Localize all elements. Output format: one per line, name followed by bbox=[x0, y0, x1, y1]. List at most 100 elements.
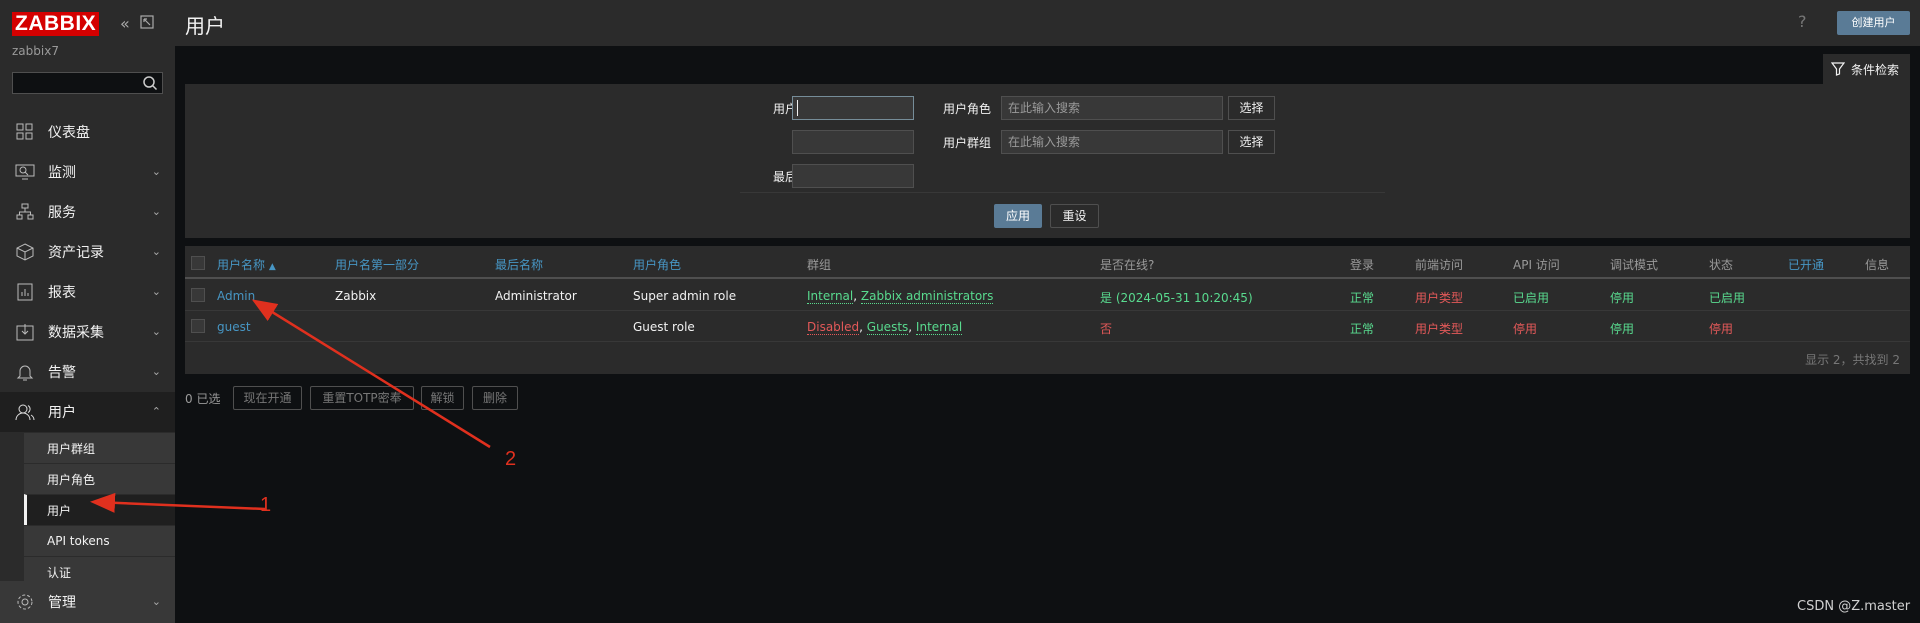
chevron-down-icon: ⌄ bbox=[151, 205, 161, 218]
provision-now-button[interactable]: 现在开通 bbox=[233, 386, 302, 410]
table-row: Admin Zabbix Administrator Super admin r… bbox=[185, 280, 1910, 311]
user-role: Super admin role bbox=[633, 289, 737, 303]
frontend-access: 用户类型 bbox=[1415, 322, 1464, 336]
annotation-label-1: 1 bbox=[260, 494, 272, 516]
nav-label: 数据采集 bbox=[48, 325, 104, 341]
inventory-icon bbox=[14, 241, 36, 263]
row-checkbox[interactable] bbox=[191, 319, 205, 333]
help-icon[interactable]: ? bbox=[1798, 12, 1807, 31]
user-surname: Administrator bbox=[495, 289, 577, 303]
user-name: Zabbix bbox=[335, 289, 377, 303]
select-all-checkbox[interactable] bbox=[191, 256, 205, 270]
subnav-user-roles[interactable]: 用户角色 bbox=[24, 463, 175, 494]
col-user-role[interactable]: 用户角色 bbox=[633, 256, 681, 273]
frontend-access: 用户类型 bbox=[1415, 291, 1464, 305]
sort-asc-icon: ▲ bbox=[268, 262, 276, 272]
subnav-users[interactable]: 用户 bbox=[24, 494, 175, 525]
online-status: 否 bbox=[1100, 322, 1113, 336]
group-link[interactable]: Guests bbox=[866, 320, 909, 335]
group-link[interactable]: Zabbix administrators bbox=[860, 289, 994, 304]
user-role-select-button[interactable]: 选择 bbox=[1228, 96, 1275, 120]
user-status: 已启用 bbox=[1709, 291, 1746, 305]
unblock-button[interactable]: 解锁 bbox=[421, 386, 464, 410]
nav-label: 仪表盘 bbox=[48, 125, 90, 141]
nav-reports[interactable]: 报表 ⌄ bbox=[0, 272, 175, 312]
reset-totp-button[interactable]: 重置TOTP密奉 bbox=[310, 386, 414, 410]
nav-dashboard[interactable]: 仪表盘 bbox=[0, 112, 175, 152]
chevron-down-icon: ⌄ bbox=[151, 165, 161, 178]
filter-tab[interactable]: 条件检索 bbox=[1823, 54, 1910, 84]
data-collection-icon bbox=[14, 321, 36, 343]
filter-panel: 用户名称 名称 最后名称 用户角色 在此输入搜索 选择 用户群组 在此输入搜索 … bbox=[185, 84, 1910, 238]
row-checkbox[interactable] bbox=[191, 288, 205, 302]
nav-services[interactable]: 服务 ⌄ bbox=[0, 192, 175, 232]
nav-users[interactable]: 用户 ⌃ bbox=[0, 392, 175, 432]
col-name[interactable]: 用户名第一部分 bbox=[335, 256, 419, 273]
search-icon[interactable] bbox=[142, 75, 158, 91]
login-status: 正常 bbox=[1350, 322, 1375, 336]
display-count: 显示 2，共找到 2 bbox=[1805, 353, 1900, 367]
filter-divider bbox=[740, 192, 1385, 193]
filter-tab-label: 条件检索 bbox=[1851, 62, 1900, 77]
nav-alerts[interactable]: 告警 ⌄ bbox=[0, 352, 175, 392]
reset-button[interactable]: 重设 bbox=[1050, 204, 1099, 228]
annotation-label-2: 2 bbox=[505, 448, 517, 470]
user-groups: Disabled, Guests, Internal bbox=[807, 320, 963, 335]
col-api-access: API 访问 bbox=[1513, 258, 1560, 272]
user-group-input[interactable]: 在此输入搜索 bbox=[1001, 130, 1223, 154]
filter-icon bbox=[1831, 62, 1845, 76]
group-link[interactable]: Disabled bbox=[807, 320, 860, 335]
group-link[interactable]: Internal bbox=[807, 289, 854, 304]
subnav-api-tokens[interactable]: API tokens bbox=[24, 525, 175, 556]
col-login: 登录 bbox=[1350, 258, 1375, 272]
col-provisioned[interactable]: 已开通 bbox=[1788, 256, 1824, 273]
users-icon bbox=[14, 401, 36, 423]
main-content: 用户 ? 创建用户 条件检索 用户名称 名称 最后名称 用户角色 在此输入搜索 … bbox=[175, 0, 1920, 623]
collapse-sidebar-icon[interactable]: « bbox=[120, 14, 130, 33]
sidebar-search-input[interactable] bbox=[12, 72, 163, 94]
nav-label: 用户 bbox=[48, 405, 76, 421]
username-link[interactable]: guest bbox=[217, 320, 251, 334]
main-nav: 仪表盘 监测 ⌄ 服务 ⌄ 资产记录 ⌄ 报表 ⌄ 数据采集 ⌄ 告警 ⌄ 用户… bbox=[0, 112, 175, 587]
user-role-input[interactable]: 在此输入搜索 bbox=[1001, 96, 1223, 120]
name-input[interactable] bbox=[792, 130, 914, 154]
create-user-button[interactable]: 创建用户 bbox=[1837, 11, 1910, 35]
col-groups: 群组 bbox=[807, 258, 832, 272]
login-status: 正常 bbox=[1350, 291, 1375, 305]
username-link[interactable]: Admin bbox=[217, 289, 255, 303]
nav-inventory[interactable]: 资产记录 ⌄ bbox=[0, 232, 175, 272]
online-status: 是 (2024-05-31 10:20:45) bbox=[1100, 291, 1253, 305]
username-input[interactable] bbox=[792, 96, 914, 120]
zabbix-logo[interactable]: ZABBIX bbox=[12, 12, 100, 36]
col-username[interactable]: 用户名称 ▲ bbox=[217, 256, 276, 273]
delete-button[interactable]: 删除 bbox=[472, 386, 518, 410]
nav-label: 服务 bbox=[48, 205, 76, 221]
debug-mode: 停用 bbox=[1610, 291, 1635, 305]
nav-administration[interactable]: 管理 ⌄ bbox=[0, 581, 175, 623]
users-table: 用户名称 ▲ 用户名第一部分 最后名称 用户角色 群组 是否在线? 登录 前端访… bbox=[185, 246, 1910, 374]
user-group-select-button[interactable]: 选择 bbox=[1228, 130, 1275, 154]
apply-button[interactable]: 应用 bbox=[994, 204, 1042, 228]
nav-monitoring[interactable]: 监测 ⌄ bbox=[0, 152, 175, 192]
col-debug-mode: 调试模式 bbox=[1610, 258, 1659, 272]
chevron-down-icon: ⌄ bbox=[151, 285, 161, 298]
subnav-user-groups[interactable]: 用户群组 bbox=[24, 432, 175, 463]
server-name: zabbix7 bbox=[12, 44, 59, 58]
api-access: 停用 bbox=[1513, 322, 1538, 336]
debug-mode: 停用 bbox=[1610, 322, 1635, 336]
kiosk-mode-icon[interactable] bbox=[140, 14, 154, 33]
logo-row: ZABBIX bbox=[12, 12, 100, 36]
chevron-down-icon: ⌄ bbox=[151, 325, 161, 338]
col-surname[interactable]: 最后名称 bbox=[495, 256, 543, 273]
col-online: 是否在线? bbox=[1100, 258, 1155, 272]
dashboard-icon bbox=[14, 121, 36, 143]
nav-data-collection[interactable]: 数据采集 ⌄ bbox=[0, 312, 175, 352]
group-link[interactable]: Internal bbox=[915, 320, 963, 335]
surname-input[interactable] bbox=[792, 164, 914, 188]
table-row: guest Guest role Disabled, Guests, Inter… bbox=[185, 311, 1910, 342]
user-group-label: 用户群组 bbox=[942, 136, 991, 150]
selected-count: 0 已选 bbox=[185, 392, 221, 406]
col-info: 信息 bbox=[1865, 258, 1890, 272]
watermark: CSDN @Z.master bbox=[1797, 599, 1911, 614]
user-status: 停用 bbox=[1709, 322, 1734, 336]
